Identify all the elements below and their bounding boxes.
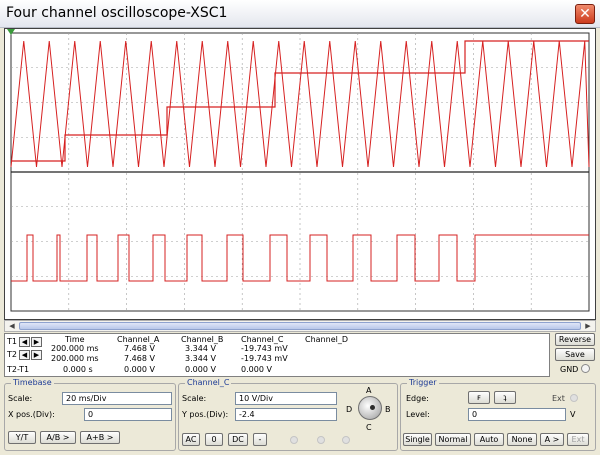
reverse-button[interactable]: Reverse [555, 333, 595, 346]
ext-trigger-button[interactable]: Ext [567, 433, 589, 446]
a-plus-b-button[interactable]: A+B > [80, 431, 120, 444]
horizontal-scrollbar[interactable]: ◀ ▶ [4, 320, 596, 332]
knob-pointer-icon [370, 405, 375, 410]
channel-title: Channel_C [185, 378, 232, 387]
header-time: Time [65, 335, 85, 344]
scope-display [7, 29, 590, 312]
channel-scale-input[interactable]: 10 V/Div [235, 392, 337, 405]
ext-radio[interactable] [570, 394, 578, 402]
minus-button[interactable]: - [253, 433, 267, 446]
timebase-scale-label: Scale: [8, 394, 33, 403]
t1-channel-a: 7.468 V [124, 344, 155, 353]
normal-button[interactable]: Normal [435, 433, 471, 446]
auto-button[interactable]: Auto [474, 433, 504, 446]
none-button[interactable]: None [507, 433, 537, 446]
ext-label: Ext [552, 394, 565, 403]
scroll-right-icon[interactable]: ▶ [582, 321, 594, 331]
timebase-xpos-input[interactable]: 0 [84, 408, 172, 421]
t1-channel-b: 3.344 V [185, 344, 216, 353]
yt-button[interactable]: Y/T [8, 431, 36, 444]
row-label-t1: T1 [7, 337, 17, 346]
channel-scale-label: Scale: [182, 394, 207, 403]
header-channel-d: Channel_D [305, 335, 349, 344]
falling-edge-button[interactable]: ʇ [494, 391, 516, 404]
zero-button[interactable]: 0 [205, 433, 223, 446]
header-channel-c: Channel_C [241, 335, 284, 344]
ac-button[interactable]: AC [182, 433, 200, 446]
diff-time: 0.000 s [63, 365, 93, 374]
row-label-t2: T2 [7, 350, 17, 359]
rising-edge-button[interactable]: ꜰ [468, 391, 490, 404]
trigger-level-input[interactable]: 0 [468, 408, 566, 421]
knob-label-a: A [366, 386, 372, 395]
gnd-label: GND [560, 365, 579, 374]
channel-ypos-label: Y pos.(Div): [182, 410, 229, 419]
trigger-level-unit: V [570, 410, 576, 419]
header-channel-a: Channel_A [117, 335, 160, 344]
timebase-xpos-label: X pos.(Div): [8, 410, 55, 419]
gnd-radio[interactable] [581, 364, 590, 373]
knob-label-d: D [346, 405, 353, 414]
header-channel-b: Channel_B [181, 335, 224, 344]
window-title: Four channel oscilloscope-XSC1 [6, 5, 228, 21]
single-button[interactable]: Single [403, 433, 432, 446]
trigger-edge-label: Edge: [406, 394, 429, 403]
t2-right-arrow-icon[interactable]: ▶ [31, 350, 42, 360]
knob-label-b: B [385, 405, 391, 414]
row-label-t2-t1: T2-T1 [7, 365, 30, 374]
timebase-scale-input[interactable]: 20 ms/Div [62, 392, 172, 405]
trigger-title: Trigger [407, 378, 439, 387]
scroll-left-icon[interactable]: ◀ [6, 321, 18, 331]
save-button[interactable]: Save [555, 348, 595, 361]
scroll-thumb[interactable] [19, 322, 581, 330]
diff-channel-b: 0.000 V [185, 365, 216, 374]
channel-ypos-input[interactable]: -2.4 [235, 408, 337, 421]
t1-channel-c: -19.743 mV [241, 344, 288, 353]
knob-label-c: C [366, 423, 372, 432]
timebase-title: Timebase [11, 378, 54, 387]
dc-button[interactable]: DC [228, 433, 248, 446]
channel-radio-3[interactable] [342, 436, 350, 444]
channel-radio-2[interactable] [317, 436, 325, 444]
t1-left-arrow-icon[interactable]: ◀ [19, 337, 30, 347]
close-button[interactable]: ✕ [575, 4, 595, 24]
diff-channel-c: 0.000 V [241, 365, 272, 374]
diff-channel-a: 0.000 V [124, 365, 155, 374]
t2-time: 200.000 ms [51, 354, 99, 363]
t2-channel-b: 3.344 V [185, 354, 216, 363]
trigger-level-label: Level: [406, 410, 430, 419]
t2-channel-a: 7.468 V [124, 354, 155, 363]
cursor-readout: Time Channel_A Channel_B Channel_C Chann… [4, 333, 550, 377]
channel-radio-1[interactable] [290, 436, 298, 444]
t2-channel-c: -19.743 mV [241, 354, 288, 363]
t1-time: 200.000 ms [51, 344, 99, 353]
t2-left-arrow-icon[interactable]: ◀ [19, 350, 30, 360]
a-trigger-button[interactable]: A > [540, 433, 564, 446]
t1-right-arrow-icon[interactable]: ▶ [31, 337, 42, 347]
ab-button[interactable]: A/B > [40, 431, 76, 444]
oscilloscope-screen [4, 28, 596, 320]
title-bar: Four channel oscilloscope-XSC1 ✕ [0, 0, 600, 28]
